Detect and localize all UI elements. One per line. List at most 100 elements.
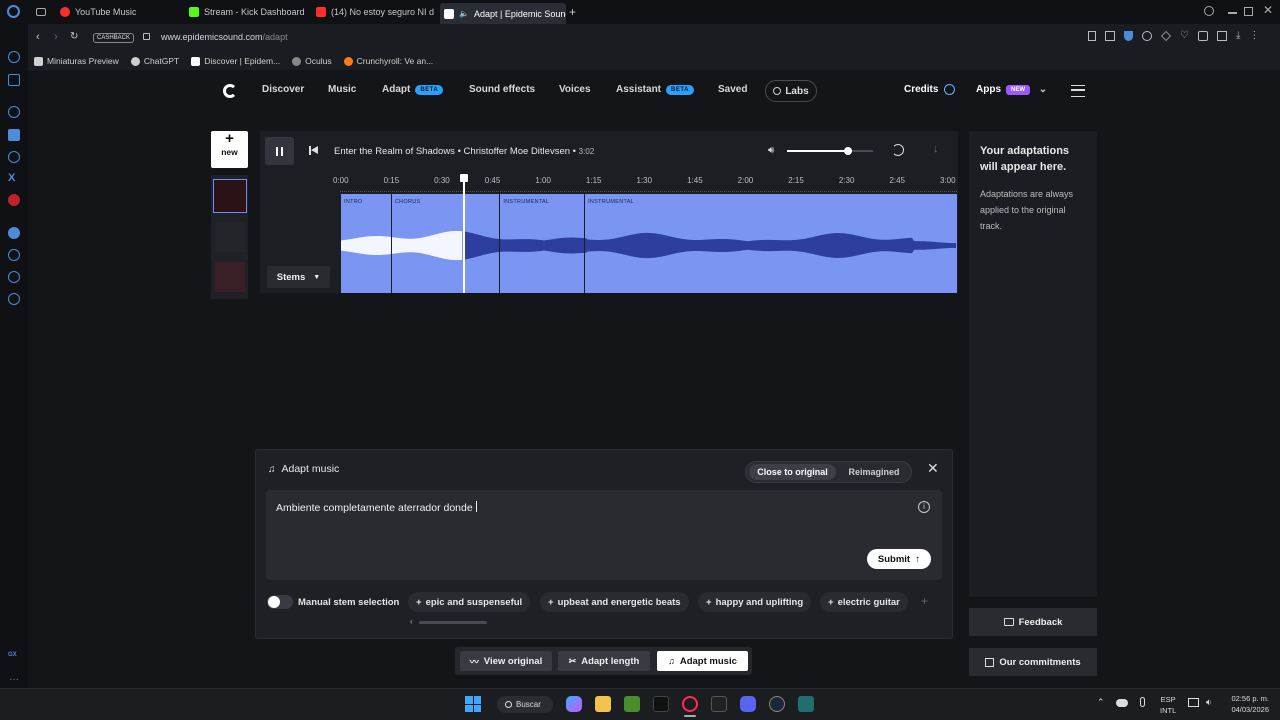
stems-dropdown[interactable]: Stems ▼: [267, 266, 330, 288]
minecraft-icon[interactable]: [624, 696, 640, 712]
track-thumbnail[interactable]: [215, 222, 245, 252]
nav-assistant[interactable]: Assistant BETA: [616, 84, 694, 95]
timeline-ruler[interactable]: [340, 186, 957, 192]
minimize-icon[interactable]: [1228, 12, 1237, 14]
discord-icon[interactable]: [740, 696, 756, 712]
gx-icon[interactable]: GX: [8, 652, 17, 658]
volume-slider[interactable]: [787, 147, 873, 155]
labs-button[interactable]: Labs: [765, 80, 817, 102]
extensions-rail-icon[interactable]: [8, 271, 20, 283]
opera-logo-icon[interactable]: [7, 5, 20, 18]
chip-electric-guitar[interactable]: + electric guitar: [820, 592, 908, 612]
tab-youtube-music[interactable]: YouTube Music: [60, 3, 180, 21]
credits-link[interactable]: Credits: [904, 84, 956, 95]
track-title[interactable]: Enter the Realm of Shadows: [334, 146, 455, 157]
opera-gx-icon[interactable]: [682, 696, 698, 712]
waveform-area[interactable]: INTRO CHORUS INSTRUMENTAL INSTRUMENTAL: [340, 194, 957, 293]
copilot-icon[interactable]: [566, 696, 582, 712]
more-rail-icon[interactable]: …: [9, 672, 19, 683]
tab-youtube-video[interactable]: (14) No estoy seguro NI d...: [316, 3, 434, 21]
language-indicator[interactable]: ESP INTL: [1160, 694, 1176, 716]
download-icon[interactable]: ↓: [933, 143, 939, 155]
track-artist[interactable]: Christoffer Moe Ditlevsen: [464, 146, 570, 157]
apps-menu[interactable]: Apps NEW ⌄: [976, 84, 1047, 95]
lock-icon[interactable]: [143, 33, 150, 40]
windows-start-icon[interactable]: [465, 696, 481, 712]
extension-icons[interactable]: ♡ ⤓ ⋮: [1088, 31, 1259, 41]
forward-icon[interactable]: ›: [54, 31, 58, 43]
track-thumbnail[interactable]: [215, 262, 245, 292]
settings-icon[interactable]: [8, 293, 20, 305]
cloud-icon[interactable]: [1116, 699, 1128, 707]
info-icon[interactable]: i: [918, 501, 930, 513]
song-section[interactable]: INSTRUMENTAL: [584, 194, 957, 293]
reload-icon[interactable]: ↻: [70, 31, 78, 42]
easy-setup-icon[interactable]: [1216, 31, 1227, 41]
url-field[interactable]: www.epidemicsound.com/adapt: [161, 32, 288, 42]
mode-reimagined[interactable]: Reimagined: [840, 464, 908, 480]
bookmark-discover[interactable]: Discover | Epidem...: [191, 56, 280, 66]
playhead-handle[interactable]: [460, 174, 469, 182]
menu-dots-icon[interactable]: ⋮: [1249, 31, 1259, 41]
app-icon[interactable]: [798, 696, 814, 712]
skip-back-arrow-icon[interactable]: [311, 146, 318, 154]
aria-icon[interactable]: [8, 51, 20, 63]
flow-icon[interactable]: [1142, 31, 1152, 41]
network-icon[interactable]: [1188, 698, 1199, 707]
tab-kick-dashboard[interactable]: Stream - Kick Dashboard: [189, 3, 309, 21]
nav-saved[interactable]: Saved: [718, 84, 747, 95]
maximize-icon[interactable]: [1244, 7, 1253, 16]
bookmark-crunchyroll[interactable]: Crunchyroll: Ve an...: [343, 56, 433, 66]
messenger-icon[interactable]: [8, 129, 20, 141]
tray-chevron-icon[interactable]: ⌃: [1097, 697, 1105, 708]
x-twitter-icon[interactable]: X: [8, 172, 15, 184]
more-chips-icon[interactable]: +: [921, 594, 928, 608]
mode-close-to-original[interactable]: Close to original: [749, 464, 836, 480]
nav-voices[interactable]: Voices: [559, 84, 591, 95]
nav-music[interactable]: Music: [328, 84, 356, 95]
view-original-button[interactable]: 〰 View original: [460, 651, 552, 671]
history-icon[interactable]: [8, 249, 20, 261]
song-section[interactable]: CHORUS: [390, 194, 499, 293]
clock[interactable]: 02:56 p. m. 04/03/2026: [1225, 693, 1269, 715]
cashback-badge[interactable]: CASHBACK: [93, 33, 135, 43]
youtube-sidebar-icon[interactable]: [8, 194, 20, 206]
tiktok-icon[interactable]: [653, 696, 669, 712]
commitments-button[interactable]: Our commitments: [969, 648, 1097, 676]
download-icon[interactable]: ⤓: [1236, 31, 1240, 41]
send-icon[interactable]: [1161, 31, 1171, 41]
extensions-icon[interactable]: [1197, 31, 1208, 41]
bookmark-icon[interactable]: [1088, 31, 1096, 41]
new-tab-icon[interactable]: +: [569, 5, 576, 19]
back-icon[interactable]: ‹: [36, 31, 40, 43]
snapshot-icon[interactable]: [1105, 31, 1115, 41]
chips-scrollbar[interactable]: [419, 621, 487, 624]
scroll-left-icon[interactable]: ‹: [410, 617, 413, 626]
new-button[interactable]: + new: [211, 131, 248, 168]
whatsapp-icon[interactable]: [8, 151, 20, 163]
settings-gear-icon[interactable]: [8, 106, 20, 118]
music-player-icon[interactable]: [8, 227, 20, 239]
workspaces-icon[interactable]: [36, 8, 46, 16]
capcut-icon[interactable]: [711, 696, 727, 712]
nav-sound-effects[interactable]: Sound effects: [469, 84, 535, 95]
bookmark-chatgpt[interactable]: ChatGPT: [130, 56, 179, 66]
volume-tray-icon[interactable]: 🔉︎: [1206, 697, 1212, 708]
song-section[interactable]: INTRO: [340, 194, 391, 293]
bookmark-miniaturas[interactable]: Miniaturas Preview: [34, 56, 119, 66]
feedback-button[interactable]: Feedback: [969, 608, 1097, 636]
nav-adapt[interactable]: Adapt BETA: [382, 84, 444, 95]
chip-epic-suspenseful[interactable]: + epic and suspenseful: [408, 592, 531, 612]
close-panel-icon[interactable]: ✕: [927, 460, 939, 477]
microphone-icon[interactable]: [1140, 697, 1145, 707]
submit-button[interactable]: Submit ↑: [867, 549, 931, 569]
loop-icon[interactable]: [892, 144, 904, 156]
nav-discover[interactable]: Discover: [262, 84, 304, 95]
volume-knob[interactable]: [844, 147, 853, 155]
track-thumbnail[interactable]: [213, 179, 247, 213]
manual-stem-toggle[interactable]: [267, 595, 293, 609]
close-window-icon[interactable]: ✕: [1263, 3, 1273, 17]
bookmark-oculus[interactable]: Oculus: [292, 56, 332, 66]
adapt-length-button[interactable]: ✂ Adapt length: [558, 651, 650, 671]
pause-button[interactable]: [265, 137, 294, 165]
